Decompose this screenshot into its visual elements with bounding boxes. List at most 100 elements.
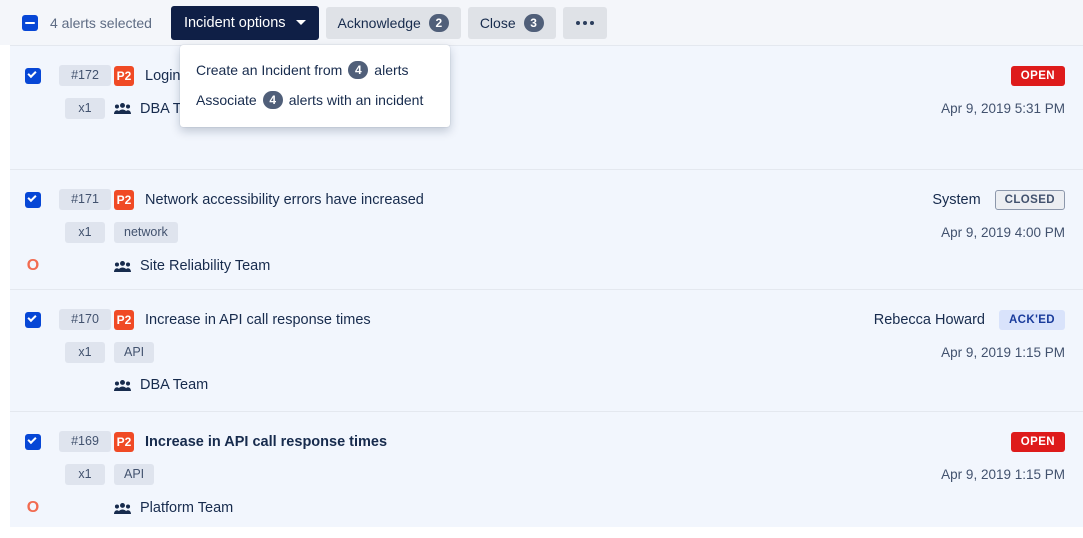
alert-tag[interactable]: network — [114, 222, 178, 243]
alert-team: Platform Team — [114, 500, 233, 516]
alert-tag-cell: API — [114, 464, 941, 485]
associate-alerts-with-incident-suffix: alerts with an incident — [288, 92, 424, 108]
alert-timestamp: Apr 9, 2019 1:15 PM — [941, 467, 1065, 482]
priority-badge: P2 — [114, 309, 134, 330]
acknowledge-count-badge: 2 — [428, 13, 449, 32]
alert-count-cell: x1 — [56, 342, 114, 363]
alert-row-checkbox[interactable] — [25, 311, 41, 328]
alert-title-cell: P2 Increase in API call response times — [114, 431, 1011, 452]
alert-team: DBA Team — [114, 377, 208, 393]
create-incident-from-alerts-prefix: Create an Incident from — [196, 62, 343, 78]
alert-count-cell: x1 — [56, 98, 114, 119]
alert-team-label: Site Reliability Team — [140, 258, 271, 274]
acknowledge-label: Acknowledge — [337, 14, 421, 31]
alert-status-cell: OPEN — [1010, 431, 1083, 452]
alert-time-cell: Apr 9, 2019 1:15 PM — [941, 345, 1083, 360]
alert-row[interactable]: #172 P2 Login OPEN x1 DBA T Apr 9, 2019 5:31 P… — [10, 45, 1083, 169]
status-badge: OPEN — [1010, 431, 1065, 452]
alert-title[interactable]: Network accessibility errors have increa… — [145, 192, 424, 208]
alert-row-checkbox-cell — [10, 433, 56, 450]
alert-tag[interactable]: API — [114, 464, 155, 485]
acknowledge-button[interactable]: Acknowledge 2 — [325, 6, 461, 39]
alert-id-cell: #172 — [56, 65, 114, 86]
team-group-icon — [114, 260, 131, 273]
close-count-badge: 3 — [523, 13, 544, 32]
selection-count-label: 4 alerts selected — [50, 14, 152, 31]
alert-owner: System — [932, 191, 981, 208]
alert-team-cell: DBA Team — [114, 377, 1083, 393]
alert-tag-cell: network — [114, 222, 941, 243]
chevron-down-icon — [295, 20, 306, 25]
alert-row[interactable]: #169 P2 Increase in API call response time… — [10, 411, 1083, 527]
alert-title-cell: P2 Network accessibility errors have incr… — [114, 189, 932, 210]
alert-owner: Rebecca Howard — [873, 311, 985, 328]
alert-timestamp: Apr 9, 2019 4:00 PM — [941, 225, 1065, 240]
alert-row-checkbox[interactable] — [25, 67, 41, 84]
status-badge: CLOSED — [994, 189, 1065, 210]
alert-team: DBA T — [114, 101, 182, 117]
team-group-icon — [114, 102, 131, 115]
alert-id-cell: #169 — [56, 431, 114, 452]
alert-team: Site Reliability Team — [114, 258, 270, 274]
select-all-checkbox[interactable] — [22, 14, 38, 31]
status-badge: OPEN — [1010, 65, 1065, 86]
alert-id: #169 — [59, 431, 111, 452]
associate-alerts-with-incident-count: 4 — [262, 91, 283, 109]
alert-time-cell: Apr 9, 2019 4:00 PM — [941, 225, 1083, 240]
alert-occurrence-count: x1 — [65, 98, 105, 119]
alert-row[interactable]: #170 P2 Increase in API call response time… — [10, 289, 1083, 411]
alert-occurrence-count: x1 — [65, 342, 105, 363]
priority-badge: P2 — [114, 65, 134, 86]
alert-row-checkbox-cell — [10, 67, 56, 84]
alert-source-cell: O — [10, 499, 56, 517]
close-label: Close — [479, 14, 516, 31]
alert-title[interactable]: Increase in API call response times — [145, 312, 371, 328]
alert-title-cell: P2 Increase in API call response times — [114, 309, 874, 330]
alert-title[interactable]: Login — [145, 68, 180, 84]
associate-alerts-with-incident[interactable]: Associate 4 alerts with an incident — [180, 85, 450, 115]
alert-count-cell: x1 — [56, 222, 114, 243]
create-incident-from-alerts-count: 4 — [348, 61, 369, 79]
alert-row-checkbox-cell — [10, 311, 56, 328]
opsgenie-source-icon: O — [26, 499, 40, 516]
alert-source-cell: O — [10, 257, 56, 275]
team-group-icon — [114, 379, 131, 392]
bulk-action-toolbar: 4 alerts selected Incident options Ackno… — [0, 0, 1083, 45]
alert-row-checkbox-cell — [10, 191, 56, 208]
alert-row-checkbox[interactable] — [25, 433, 41, 450]
alert-timestamp: Apr 9, 2019 1:15 PM — [941, 345, 1065, 360]
incident-options-label: Incident options — [183, 14, 286, 31]
priority-badge: P2 — [114, 431, 134, 452]
incident-options-button[interactable]: Incident options — [170, 5, 319, 40]
team-group-icon — [114, 502, 131, 515]
alert-team-label: DBA T — [140, 100, 182, 117]
alert-id: #170 — [59, 309, 111, 330]
alert-count-cell: x1 — [56, 464, 114, 485]
opsgenie-source-icon: O — [26, 257, 40, 274]
more-actions-button[interactable] — [562, 6, 607, 39]
alert-team-label: DBA Team — [140, 377, 209, 393]
alert-time-cell: Apr 9, 2019 5:31 PM — [941, 101, 1083, 116]
alert-tag[interactable]: API — [114, 342, 155, 363]
alert-id: #171 — [59, 189, 111, 210]
alert-row[interactable]: #171 P2 Network accessibility errors have … — [10, 169, 1083, 289]
alert-list: #172 P2 Login OPEN x1 DBA T Apr 9, 2019 5:31 P… — [0, 45, 1083, 538]
status-badge: ACK'ED — [998, 309, 1065, 330]
alert-status-cell: Rebecca Howard ACK'ED — [873, 309, 1083, 330]
alert-team-cell: Platform Team — [114, 500, 1083, 516]
alert-time-cell: Apr 9, 2019 1:15 PM — [941, 467, 1083, 482]
alert-row-checkbox[interactable] — [25, 191, 41, 208]
alert-team-label: Platform Team — [140, 500, 234, 516]
alert-team-cell: Site Reliability Team — [114, 258, 1083, 274]
associate-alerts-with-incident-prefix: Associate — [196, 92, 257, 108]
create-incident-from-alerts[interactable]: Create an Incident from 4 alerts — [180, 55, 450, 85]
close-button[interactable]: Close 3 — [467, 6, 556, 39]
alert-title[interactable]: Increase in API call response times — [145, 434, 387, 450]
alert-id-cell: #171 — [56, 189, 114, 210]
alert-status-cell: OPEN — [1010, 65, 1083, 86]
priority-badge: P2 — [114, 189, 134, 210]
incident-options-dropdown: Create an Incident from 4 alerts Associate 4… — [180, 45, 450, 127]
alert-occurrence-count: x1 — [65, 222, 105, 243]
alert-timestamp: Apr 9, 2019 5:31 PM — [941, 101, 1065, 116]
alert-status-cell: System CLOSED — [932, 189, 1083, 210]
